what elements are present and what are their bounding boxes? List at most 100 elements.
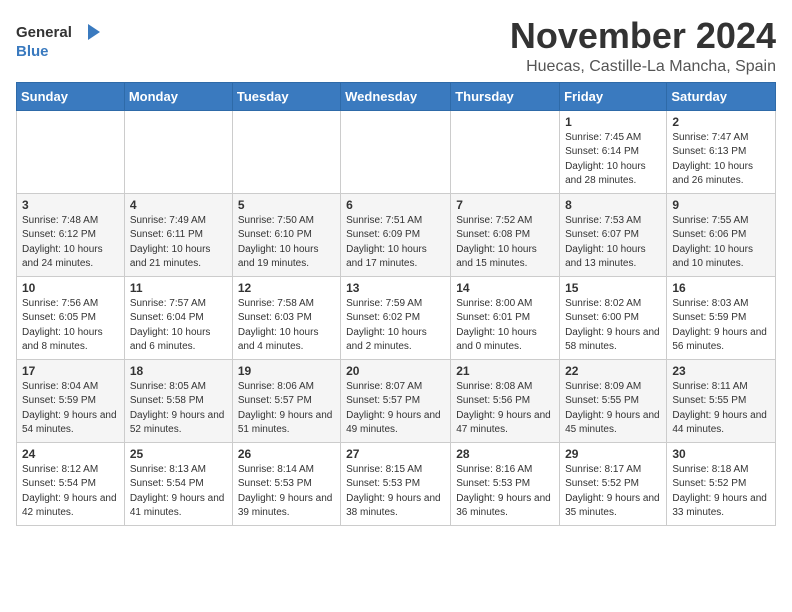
day-cell [341,110,451,193]
day-cell: 19 Sunrise: 8:06 AM Sunset: 5:57 PM Dayli… [232,359,340,442]
svg-text:Blue: Blue [16,43,49,60]
month-title: November 2024 [510,16,776,56]
weekday-header-saturday: Saturday [667,82,776,110]
day-info: Sunrise: 8:18 AM Sunset: 5:52 PM Dayligh… [672,463,770,521]
day-number: 17 [22,364,119,378]
day-info: Sunrise: 8:02 AM Sunset: 6:00 PM Dayligh… [565,297,661,355]
day-number: 16 [672,281,770,295]
location-title: Huecas, Castille-La Mancha, Spain [510,58,776,76]
day-number: 28 [456,447,554,461]
day-number: 9 [672,198,770,212]
page-header: GeneralBlue November 2024 Huecas, Castil… [16,16,776,76]
day-cell: 12 Sunrise: 7:58 AM Sunset: 6:03 PM Dayli… [232,276,340,359]
day-cell: 25 Sunrise: 8:13 AM Sunset: 5:54 PM Dayli… [124,442,232,525]
day-cell: 23 Sunrise: 8:11 AM Sunset: 5:55 PM Dayli… [667,359,776,442]
day-info: Sunrise: 8:00 AM Sunset: 6:01 PM Dayligh… [456,297,554,355]
day-number: 25 [130,447,227,461]
day-cell: 24Sunrise: 8:12 AM Sunset: 5:54 PM Dayli… [17,442,125,525]
day-info: Sunrise: 7:59 AM Sunset: 6:02 PM Dayligh… [346,297,445,355]
day-number: 18 [130,364,227,378]
day-cell [124,110,232,193]
day-number: 20 [346,364,445,378]
day-info: Sunrise: 7:48 AM Sunset: 6:12 PM Dayligh… [22,214,119,272]
day-number: 5 [238,198,335,212]
day-number: 1 [565,115,661,129]
day-cell [17,110,125,193]
day-number: 12 [238,281,335,295]
day-cell: 22 Sunrise: 8:09 AM Sunset: 5:55 PM Dayli… [560,359,667,442]
day-info: Sunrise: 8:11 AM Sunset: 5:55 PM Dayligh… [672,380,770,438]
weekday-header-sunday: Sunday [17,82,125,110]
day-info: Sunrise: 8:15 AM Sunset: 5:53 PM Dayligh… [346,463,445,521]
weekday-header-wednesday: Wednesday [341,82,451,110]
day-number: 4 [130,198,227,212]
day-number: 2 [672,115,770,129]
day-info: Sunrise: 8:07 AM Sunset: 5:57 PM Dayligh… [346,380,445,438]
day-cell: 28 Sunrise: 8:16 AM Sunset: 5:53 PM Dayli… [451,442,560,525]
day-number: 27 [346,447,445,461]
day-number: 6 [346,198,445,212]
weekday-header-row: SundayMondayTuesdayWednesdayThursdayFrid… [17,82,776,110]
day-number: 30 [672,447,770,461]
weekday-header-friday: Friday [560,82,667,110]
day-info: Sunrise: 8:03 AM Sunset: 5:59 PM Dayligh… [672,297,770,355]
day-info: Sunrise: 7:55 AM Sunset: 6:06 PM Dayligh… [672,214,770,272]
day-info: Sunrise: 7:56 AM Sunset: 6:05 PM Dayligh… [22,297,119,355]
day-cell: 29 Sunrise: 8:17 AM Sunset: 5:52 PM Dayli… [560,442,667,525]
day-info: Sunrise: 8:17 AM Sunset: 5:52 PM Dayligh… [565,463,661,521]
day-info: Sunrise: 8:12 AM Sunset: 5:54 PM Dayligh… [22,463,119,521]
day-cell: 9 Sunrise: 7:55 AM Sunset: 6:06 PM Daylig… [667,193,776,276]
day-info: Sunrise: 7:50 AM Sunset: 6:10 PM Dayligh… [238,214,335,272]
logo: GeneralBlue [16,20,136,60]
day-cell: 13 Sunrise: 7:59 AM Sunset: 6:02 PM Dayli… [341,276,451,359]
day-cell: 16 Sunrise: 8:03 AM Sunset: 5:59 PM Dayli… [667,276,776,359]
weekday-header-thursday: Thursday [451,82,560,110]
day-number: 7 [456,198,554,212]
day-cell [232,110,340,193]
day-number: 14 [456,281,554,295]
day-info: Sunrise: 7:58 AM Sunset: 6:03 PM Dayligh… [238,297,335,355]
day-cell: 21 Sunrise: 8:08 AM Sunset: 5:56 PM Dayli… [451,359,560,442]
week-row-5: 24Sunrise: 8:12 AM Sunset: 5:54 PM Dayli… [17,442,776,525]
day-info: Sunrise: 8:05 AM Sunset: 5:58 PM Dayligh… [130,380,227,438]
day-info: Sunrise: 8:14 AM Sunset: 5:53 PM Dayligh… [238,463,335,521]
day-cell: 11Sunrise: 7:57 AM Sunset: 6:04 PM Dayli… [124,276,232,359]
day-info: Sunrise: 7:53 AM Sunset: 6:07 PM Dayligh… [565,214,661,272]
day-info: Sunrise: 8:13 AM Sunset: 5:54 PM Dayligh… [130,463,227,521]
day-info: Sunrise: 7:45 AM Sunset: 6:14 PM Dayligh… [565,131,661,189]
day-cell: 1 Sunrise: 7:45 AM Sunset: 6:14 PM Daylig… [560,110,667,193]
weekday-header-monday: Monday [124,82,232,110]
day-number: 3 [22,198,119,212]
day-cell: 8 Sunrise: 7:53 AM Sunset: 6:07 PM Daylig… [560,193,667,276]
title-area: November 2024 Huecas, Castille-La Mancha… [510,16,776,76]
calendar-table: SundayMondayTuesdayWednesdayThursdayFrid… [16,82,776,526]
day-cell [451,110,560,193]
day-number: 13 [346,281,445,295]
day-info: Sunrise: 7:51 AM Sunset: 6:09 PM Dayligh… [346,214,445,272]
day-number: 23 [672,364,770,378]
day-cell: 17Sunrise: 8:04 AM Sunset: 5:59 PM Dayli… [17,359,125,442]
day-info: Sunrise: 8:08 AM Sunset: 5:56 PM Dayligh… [456,380,554,438]
day-info: Sunrise: 7:52 AM Sunset: 6:08 PM Dayligh… [456,214,554,272]
day-cell: 26Sunrise: 8:14 AM Sunset: 5:53 PM Dayli… [232,442,340,525]
day-number: 21 [456,364,554,378]
day-info: Sunrise: 8:09 AM Sunset: 5:55 PM Dayligh… [565,380,661,438]
day-number: 22 [565,364,661,378]
day-number: 10 [22,281,119,295]
day-cell: 6 Sunrise: 7:51 AM Sunset: 6:09 PM Daylig… [341,193,451,276]
day-cell: 15Sunrise: 8:02 AM Sunset: 6:00 PM Dayli… [560,276,667,359]
day-cell: 20 Sunrise: 8:07 AM Sunset: 5:57 PM Dayli… [341,359,451,442]
day-number: 19 [238,364,335,378]
week-row-1: 1 Sunrise: 7:45 AM Sunset: 6:14 PM Daylig… [17,110,776,193]
day-cell: 5 Sunrise: 7:50 AM Sunset: 6:10 PM Daylig… [232,193,340,276]
day-info: Sunrise: 7:49 AM Sunset: 6:11 PM Dayligh… [130,214,227,272]
day-cell: 4 Sunrise: 7:49 AM Sunset: 6:11 PM Daylig… [124,193,232,276]
day-cell: 3 Sunrise: 7:48 AM Sunset: 6:12 PM Daylig… [17,193,125,276]
day-number: 29 [565,447,661,461]
day-info: Sunrise: 7:57 AM Sunset: 6:04 PM Dayligh… [130,297,227,355]
day-cell: 2 Sunrise: 7:47 AM Sunset: 6:13 PM Daylig… [667,110,776,193]
day-info: Sunrise: 8:06 AM Sunset: 5:57 PM Dayligh… [238,380,335,438]
day-info: Sunrise: 8:16 AM Sunset: 5:53 PM Dayligh… [456,463,554,521]
day-info: Sunrise: 7:47 AM Sunset: 6:13 PM Dayligh… [672,131,770,189]
day-number: 8 [565,198,661,212]
